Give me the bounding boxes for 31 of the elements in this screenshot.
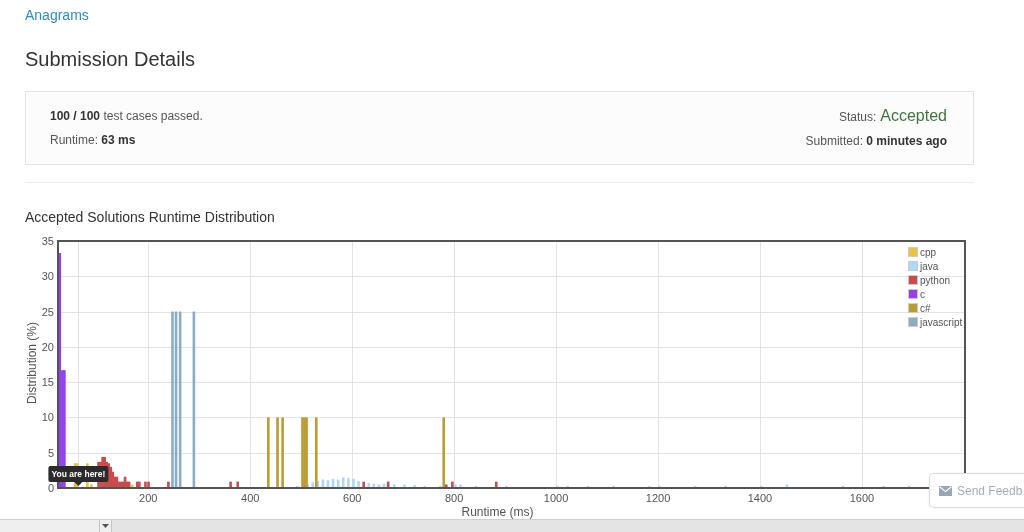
runtime-text: Runtime: 63 ms [50,132,137,148]
y-tick-label: 5 [47,446,54,459]
legend-label: python [920,275,951,286]
test-result-text: 100 / 100 test cases passed. [50,108,203,124]
y-tick-label: 10 [41,411,54,424]
x-tick-label: 1000 [543,492,569,504]
y-tick-label: 30 [41,270,54,283]
y-axis-title: Distribution (%) [25,322,39,404]
page-title: Submission Details [25,47,197,71]
legend-label: javascript [920,317,963,328]
status-value: Accepted [880,108,947,124]
x-axis-title: Runtime (ms) [461,505,534,519]
y-tick-label: 15 [41,376,54,389]
x-tick-label: 200 [139,492,158,504]
chart-title: Accepted Solutions Runtime Distribution [25,208,276,226]
legend-label: java [920,261,939,272]
x-tick-label: 600 [343,492,362,504]
status-label: Status: [838,109,877,125]
annotation: You are here! [51,469,106,479]
y-tick-label: 25 [41,305,54,318]
submitted-text: Submitted: 0 minutes ago [805,133,947,149]
x-tick-label: 1200 [645,492,671,504]
x-tick-label: 1600 [849,492,875,504]
legend-label: cpp [920,247,937,258]
y-tick-label: 20 [41,340,54,353]
x-tick-label: 400 [241,492,260,504]
legend-label: c# [920,303,931,314]
x-tick-label: 800 [444,492,464,504]
legend-label: c [920,289,925,300]
x-tick-label: 1400 [747,492,773,504]
y-tick-label: 35 [41,235,54,247]
